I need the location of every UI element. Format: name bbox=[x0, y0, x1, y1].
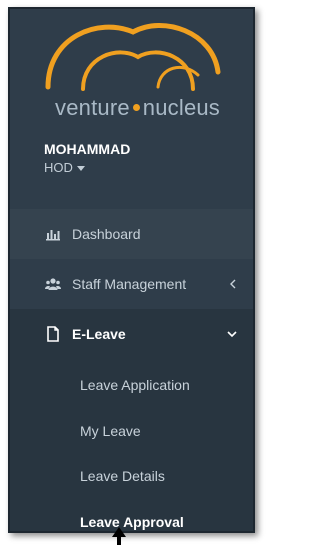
logo-word-nucleus: nucleus bbox=[142, 95, 221, 120]
logo-arcs-graphic bbox=[45, 22, 221, 91]
sidebar-item-dashboard-label: Dashboard bbox=[72, 226, 141, 242]
caret-down-icon bbox=[76, 166, 85, 171]
sidebar-menu: Dashboard Staff Management E-Leave Leave… bbox=[10, 209, 253, 531]
user-role-label: HOD bbox=[44, 160, 73, 175]
sidebar-item-e-leave[interactable]: E-Leave bbox=[10, 309, 253, 359]
document-icon bbox=[47, 326, 59, 342]
chevron-left-icon bbox=[230, 279, 236, 289]
user-role-dropdown[interactable]: HOD bbox=[44, 160, 130, 175]
submenu-item-leave-approval[interactable]: Leave Approval bbox=[80, 514, 184, 530]
sidebar-item-e-leave-label: E-Leave bbox=[72, 326, 126, 342]
logo-dot bbox=[132, 103, 140, 111]
users-icon bbox=[45, 278, 61, 290]
submenu-item-leave-details[interactable]: Leave Details bbox=[80, 468, 165, 484]
sidebar-item-staff-management[interactable]: Staff Management bbox=[10, 259, 253, 309]
bar-chart-icon bbox=[46, 230, 60, 241]
sidebar-panel: venture nucleus MOHAMMAD HOD Dashboard S… bbox=[8, 7, 255, 533]
logo-text: venture nucleus bbox=[55, 95, 220, 121]
pointer-arrow-icon bbox=[112, 527, 126, 545]
logo-word-venture: venture bbox=[55, 95, 130, 120]
e-leave-submenu: Leave Application My Leave Leave Details… bbox=[10, 359, 253, 531]
user-name: MOHAMMAD bbox=[44, 141, 131, 157]
submenu-item-my-leave[interactable]: My Leave bbox=[80, 423, 141, 439]
sidebar-item-staff-management-label: Staff Management bbox=[72, 276, 187, 292]
submenu-item-leave-application[interactable]: Leave Application bbox=[80, 377, 190, 393]
user-info: MOHAMMAD HOD bbox=[44, 141, 130, 175]
brand-header: venture nucleus MOHAMMAD HOD bbox=[10, 9, 253, 175]
chevron-down-icon bbox=[227, 331, 237, 338]
sidebar-item-dashboard[interactable]: Dashboard bbox=[10, 209, 253, 259]
